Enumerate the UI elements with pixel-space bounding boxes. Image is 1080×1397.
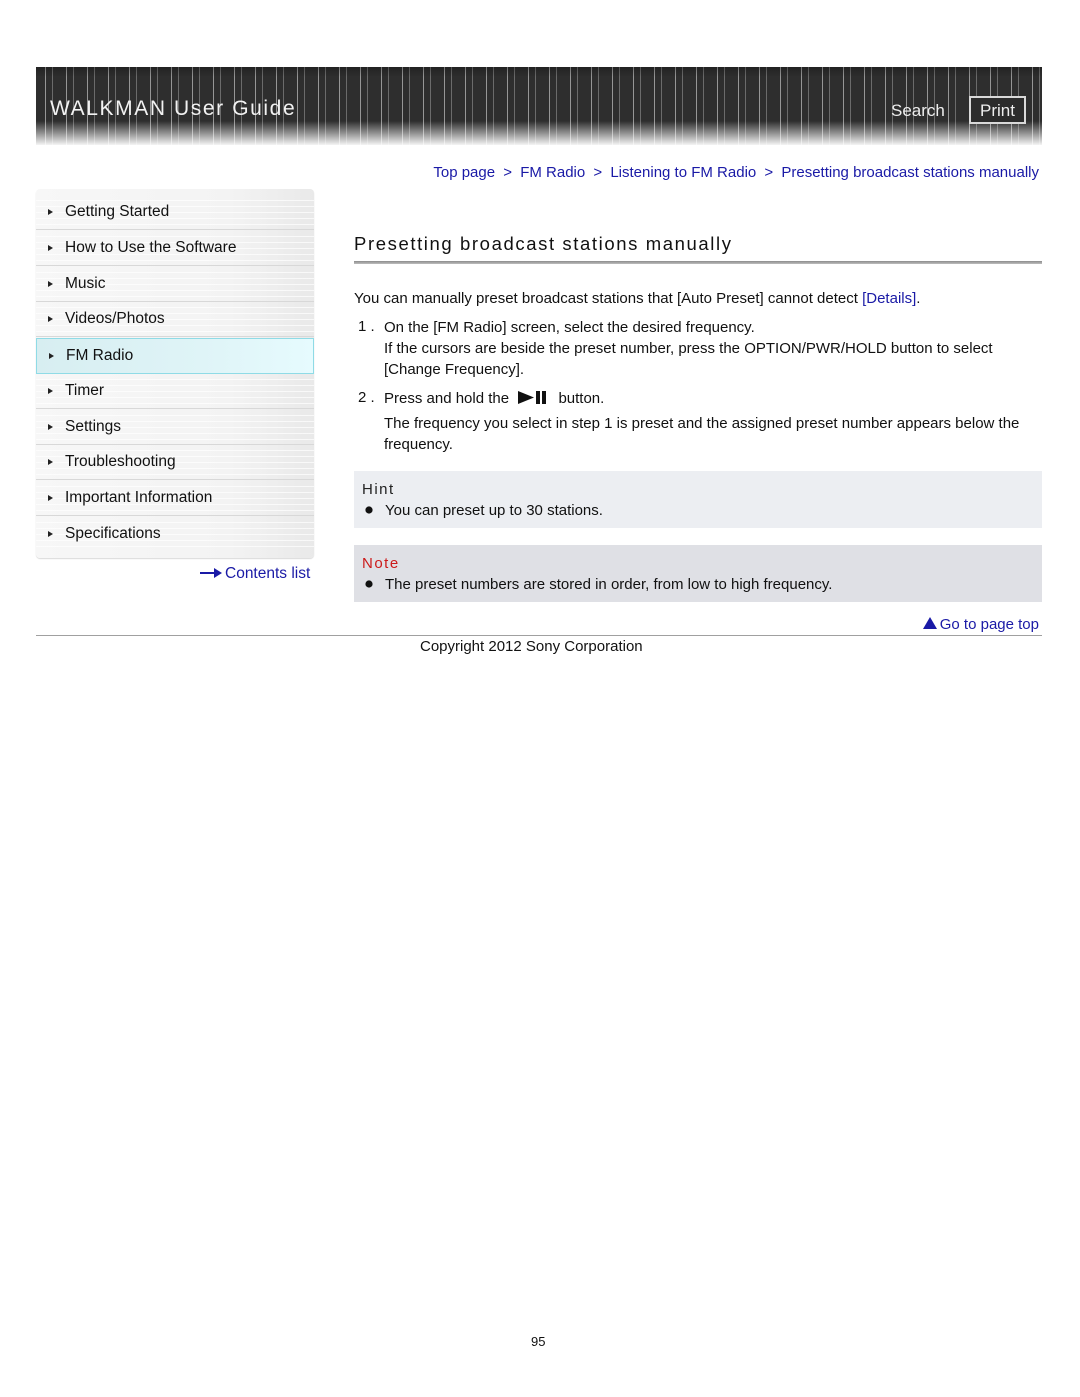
- step-text-before: Press and hold the: [384, 390, 510, 407]
- sidebar-item-label: How to Use the Software: [65, 239, 237, 256]
- footer-divider: [36, 635, 1042, 636]
- print-button[interactable]: Print: [969, 96, 1026, 124]
- hint-box: Hint You can preset up to 30 stations.: [354, 471, 1042, 528]
- sidebar-item-label: FM Radio: [66, 347, 134, 364]
- note-item: The preset numbers are stored in order, …: [385, 576, 833, 593]
- sidebar-item-label: Settings: [65, 418, 122, 435]
- triangle-right-icon: [48, 316, 53, 322]
- breadcrumb-fm-radio[interactable]: FM Radio: [520, 164, 585, 181]
- sidebar-item-fm-radio[interactable]: FM Radio: [36, 338, 314, 374]
- sidebar-item-how-to-use-the-software[interactable]: How to Use the Software: [36, 231, 314, 266]
- hint-heading: Hint: [362, 481, 395, 498]
- hint-item: You can preset up to 30 stations.: [385, 502, 603, 519]
- sidebar-item-label: Timer: [65, 382, 105, 399]
- note-box: Note The preset numbers are stored in or…: [354, 545, 1042, 602]
- sidebar-item-settings[interactable]: Settings: [36, 410, 314, 445]
- triangle-right-icon: [48, 281, 53, 287]
- sidebar-item-important-information[interactable]: Important Information: [36, 481, 314, 516]
- details-link[interactable]: [Details]: [862, 290, 916, 307]
- triangle-right-icon: [48, 209, 53, 215]
- intro-text: You can manually preset broadcast statio…: [354, 290, 863, 307]
- sidebar-item-label: Videos/Photos: [65, 310, 165, 327]
- sidebar-item-timer[interactable]: Timer: [36, 374, 314, 409]
- breadcrumb-separator: >: [593, 164, 603, 181]
- sidebar-item-getting-started[interactable]: Getting Started: [36, 195, 314, 230]
- step-number: 2 .: [358, 389, 375, 406]
- breadcrumb-separator: >: [764, 164, 774, 181]
- note-heading: Note: [362, 555, 400, 572]
- go-to-page-top-link[interactable]: Go to page top: [922, 616, 1039, 633]
- contents-list-label: Contents list: [225, 565, 311, 582]
- sidebar-item-label: Troubleshooting: [65, 453, 176, 470]
- header-banner: WALKMAN User Guide Search Print: [36, 67, 1042, 145]
- breadcrumb-listening-to-fm-radio[interactable]: Listening to FM Radio: [610, 164, 756, 181]
- step-text: Press and hold the button.: [384, 388, 1044, 409]
- step-text: On the [FM Radio] screen, select the des…: [384, 319, 755, 336]
- sidebar-item-label: Getting Started: [65, 203, 170, 220]
- bullet-icon: [365, 580, 373, 588]
- sidebar-item-specifications[interactable]: Specifications: [36, 517, 314, 552]
- sidebar-item-troubleshooting[interactable]: Troubleshooting: [36, 445, 314, 480]
- triangle-right-icon: [48, 459, 53, 465]
- triangle-right-icon: [48, 495, 53, 501]
- contents-list-link[interactable]: Contents list: [200, 565, 310, 583]
- sidebar-item-label: Specifications: [65, 525, 161, 542]
- sidebar-item-videos-photos[interactable]: Videos/Photos: [36, 302, 314, 337]
- bullet-icon: [365, 506, 373, 514]
- step-text-after: button.: [558, 390, 605, 407]
- breadcrumb-separator: >: [503, 164, 513, 181]
- app-title: WALKMAN User Guide: [50, 97, 297, 120]
- triangle-right-icon: [48, 388, 53, 394]
- triangle-right-icon: [48, 531, 53, 537]
- sidebar-item-label: Music: [65, 275, 106, 292]
- copyright-text: Copyright 2012 Sony Corporation: [420, 638, 643, 655]
- intro-end: .: [916, 290, 921, 307]
- step-number: 1 .: [358, 318, 375, 335]
- search-button[interactable]: Search: [891, 101, 945, 121]
- triangle-right-icon: [48, 245, 53, 251]
- intro-paragraph: You can manually preset broadcast statio…: [354, 290, 920, 307]
- arrow-right-icon: [200, 567, 222, 578]
- breadcrumb: Top page > FM Radio > Listening to FM Ra…: [433, 164, 1039, 181]
- sidebar-nav: Getting Started How to Use the Software …: [36, 189, 314, 558]
- sidebar-item-music[interactable]: Music: [36, 267, 314, 302]
- triangle-right-icon: [49, 353, 54, 359]
- play-pause-icon: [518, 390, 547, 404]
- triangle-right-icon: [48, 424, 53, 430]
- step-detail: The frequency you select in step 1 is pr…: [384, 415, 1020, 453]
- go-to-page-top-label: Go to page top: [939, 616, 1039, 633]
- page-number: 95: [531, 1334, 546, 1349]
- page-title: Presetting broadcast stations manually: [354, 233, 733, 254]
- sidebar-item-label: Important Information: [65, 489, 213, 506]
- title-divider: [354, 261, 1042, 264]
- breadcrumb-top-page[interactable]: Top page: [433, 164, 495, 181]
- triangle-up-icon: [922, 617, 937, 629]
- step-detail: If the cursors are beside the preset num…: [384, 340, 993, 378]
- breadcrumb-current-page[interactable]: Presetting broadcast stations manually: [781, 164, 1039, 181]
